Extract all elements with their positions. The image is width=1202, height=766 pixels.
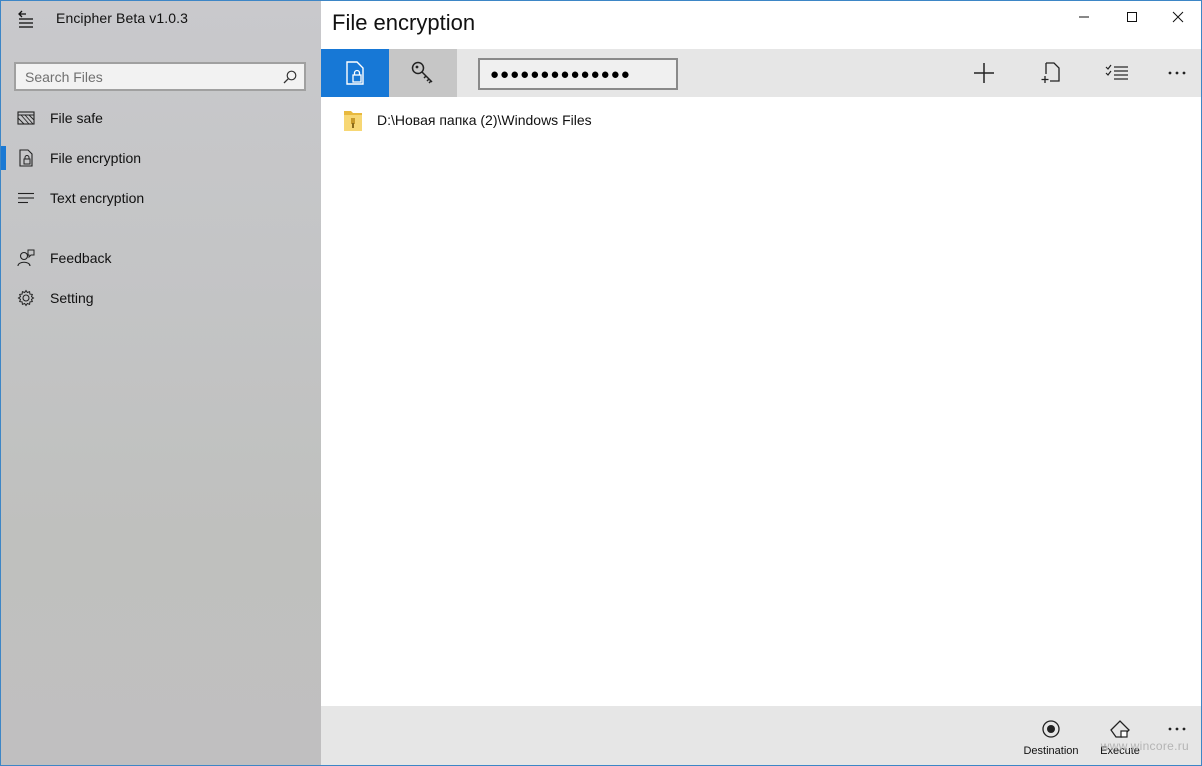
app-window: Encipher Beta v1.0.3 File safe <box>0 0 1202 766</box>
file-lock-icon <box>17 149 35 167</box>
search-input[interactable] <box>16 68 276 85</box>
bottom-command-bar: Destination Execute <box>321 706 1201 765</box>
select-all-button[interactable] <box>1087 49 1147 97</box>
file-path: D:\Новая папка (2)\Windows Files <box>377 112 592 128</box>
sidebar-item-feedback[interactable]: Feedback <box>1 238 321 278</box>
more-icon <box>1168 71 1186 75</box>
gear-icon <box>17 289 35 307</box>
add-file-icon <box>1041 62 1060 83</box>
execute-eraser-icon <box>1109 719 1131 739</box>
page-title: File encryption <box>332 10 476 35</box>
sidebar-item-label: Setting <box>50 290 94 306</box>
file-safe-icon <box>17 110 35 126</box>
active-indicator <box>1 146 6 170</box>
bottom-more-button[interactable] <box>1157 706 1197 765</box>
maximize-icon <box>1127 12 1137 22</box>
maximize-button[interactable] <box>1109 4 1155 30</box>
sidebar-item-file-safe[interactable]: File safe <box>1 98 321 138</box>
key-icon <box>411 61 433 84</box>
sidebar-item-text-encryption[interactable]: Text encryption <box>1 178 321 218</box>
toolbar: ●●●●●●●●●●●●●● <box>321 49 1201 97</box>
text-lines-icon <box>17 190 35 206</box>
file-lock-icon <box>346 61 364 85</box>
back-button[interactable] <box>11 7 41 33</box>
password-field[interactable]: ●●●●●●●●●●●●●● <box>478 58 678 90</box>
folder-icon <box>344 111 362 131</box>
target-icon <box>1041 719 1061 739</box>
sidebar-item-label: File encryption <box>50 150 142 166</box>
sidebar-item-setting[interactable]: Setting <box>1 278 321 318</box>
close-icon <box>1172 11 1184 23</box>
list-item[interactable]: D:\Новая папка (2)\Windows Files <box>343 107 592 133</box>
main-content: File encryption ●●●●●●●●●●●●●● D:\Новая … <box>321 1 1201 765</box>
close-button[interactable] <box>1155 4 1201 30</box>
back-arrow-icon <box>18 10 33 28</box>
sidebar: Encipher Beta v1.0.3 File safe <box>1 1 321 765</box>
minimize-icon <box>1079 16 1089 18</box>
plus-icon <box>974 63 994 83</box>
sidebar-item-label: Feedback <box>50 250 112 266</box>
sidebar-item-label: File safe <box>50 110 103 126</box>
decrypt-mode-button[interactable] <box>389 49 457 97</box>
watermark: www.wincore.ru <box>1100 739 1189 753</box>
minimize-button[interactable] <box>1061 4 1107 30</box>
checklist-icon <box>1105 64 1128 80</box>
add-file-button[interactable] <box>1021 49 1081 97</box>
destination-button[interactable]: Destination <box>1018 706 1084 765</box>
sidebar-item-file-encryption[interactable]: File encryption <box>1 138 321 178</box>
feedback-person-icon <box>17 249 35 267</box>
search-icon[interactable] <box>283 70 297 84</box>
search-box[interactable] <box>14 62 306 91</box>
add-button[interactable] <box>954 49 1014 97</box>
execute-button[interactable]: Execute <box>1092 706 1148 765</box>
more-button[interactable] <box>1147 49 1202 97</box>
encrypt-mode-button[interactable] <box>321 49 389 97</box>
app-title: Encipher Beta v1.0.3 <box>56 10 188 26</box>
more-icon <box>1167 719 1187 739</box>
sidebar-item-label: Text encryption <box>50 190 145 206</box>
destination-label: Destination <box>1023 745 1079 757</box>
